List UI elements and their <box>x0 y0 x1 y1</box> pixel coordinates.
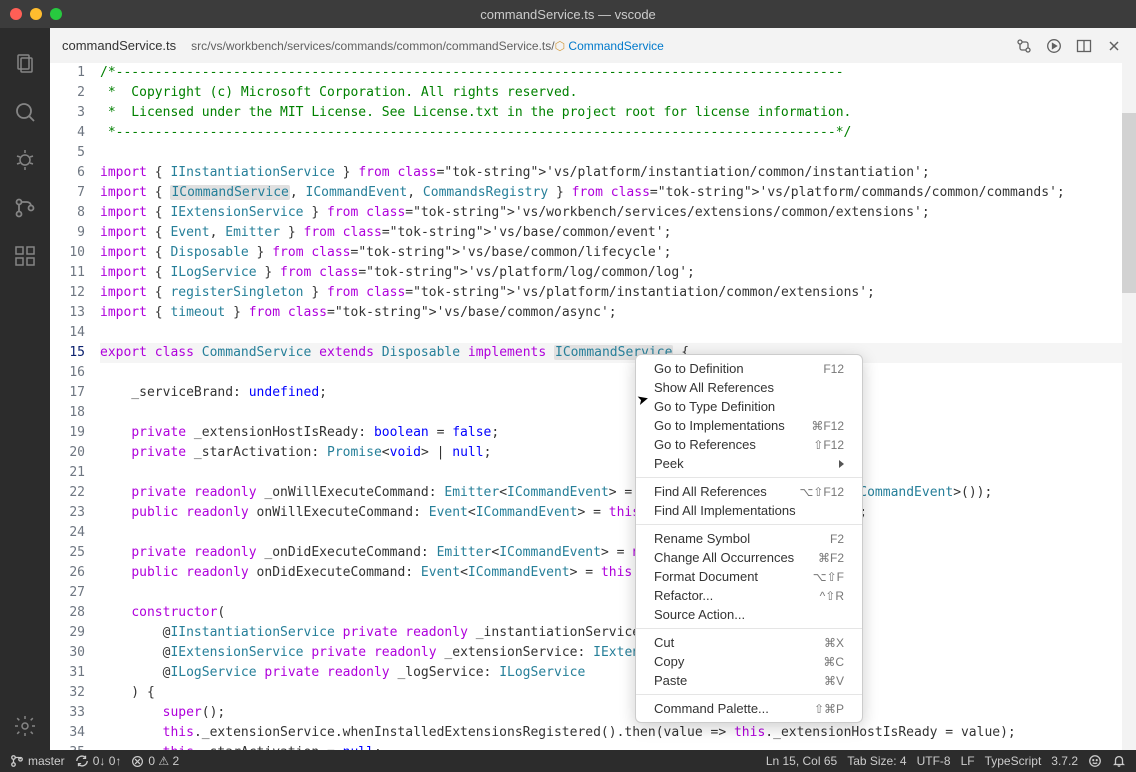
code-line[interactable] <box>100 323 1136 343</box>
menu-separator <box>636 477 862 478</box>
status-bell-icon[interactable] <box>1112 754 1126 768</box>
code-line[interactable]: import { timeout } from class="tok-strin… <box>100 303 1136 323</box>
code-line[interactable]: this._starActivation = null; <box>100 743 1136 750</box>
code-line[interactable]: public readonly onWillExecuteCommand: Ev… <box>100 503 1136 523</box>
extensions-icon[interactable] <box>1 232 49 280</box>
explorer-icon[interactable] <box>1 40 49 88</box>
menu-item-format-document[interactable]: Format Document⌥⇧F <box>636 567 862 586</box>
titlebar: commandService.ts — vscode <box>0 0 1136 28</box>
code-line[interactable]: @ILogService private readonly _logServic… <box>100 663 1136 683</box>
minimize-window-icon[interactable] <box>30 8 42 20</box>
menu-item-go-to-type-definition[interactable]: Go to Type Definition <box>636 397 862 416</box>
menu-item-peek[interactable]: Peek <box>636 454 862 473</box>
editor-area: commandService.ts src/vs/workbench/servi… <box>50 28 1136 750</box>
menu-item-go-to-definition[interactable]: Go to DefinitionF12 <box>636 359 862 378</box>
code-line[interactable]: private readonly _onDidExecuteCommand: E… <box>100 543 1136 563</box>
code-line[interactable]: import { ILogService } from class="tok-s… <box>100 263 1136 283</box>
code-line[interactable]: _serviceBrand: undefined; <box>100 383 1136 403</box>
status-ts-version[interactable]: 3.7.2 <box>1051 754 1078 768</box>
status-ln-col[interactable]: Ln 15, Col 65 <box>766 754 837 768</box>
menu-item-copy[interactable]: Copy⌘C <box>636 652 862 671</box>
menu-separator <box>636 694 862 695</box>
source-control-icon[interactable] <box>1 184 49 232</box>
code-line[interactable]: private _starActivation: Promise<void> |… <box>100 443 1136 463</box>
status-tab-size[interactable]: Tab Size: 4 <box>847 754 906 768</box>
menu-item-source-action[interactable]: Source Action... <box>636 605 862 624</box>
code-line[interactable]: constructor( <box>100 603 1136 623</box>
close-tab-icon[interactable] <box>1106 38 1122 54</box>
tab-strip: commandService.ts src/vs/workbench/servi… <box>50 28 1136 63</box>
settings-icon[interactable] <box>1 702 49 750</box>
code-line[interactable] <box>100 143 1136 163</box>
activity-bar <box>0 28 50 750</box>
code-line[interactable]: import { IInstantiationService } from cl… <box>100 163 1136 183</box>
code-line[interactable]: import { Disposable } from class="tok-st… <box>100 243 1136 263</box>
status-sync[interactable]: 0↓ 0↑ <box>75 754 122 768</box>
code-line[interactable]: import { ICommandService, ICommandEvent,… <box>100 183 1136 203</box>
code-line[interactable]: super(); <box>100 703 1136 723</box>
status-encoding[interactable]: UTF-8 <box>917 754 951 768</box>
breadcrumb[interactable]: src/vs/workbench/services/commands/commo… <box>191 39 664 53</box>
minimap[interactable] <box>1122 63 1136 750</box>
status-problems[interactable]: 0 ⚠ 2 <box>131 754 179 768</box>
code-line[interactable]: import { IExtensionService } from class=… <box>100 203 1136 223</box>
code-line[interactable] <box>100 363 1136 383</box>
menu-item-show-all-references[interactable]: Show All References <box>636 378 862 397</box>
code-line[interactable]: import { registerSingleton } from class=… <box>100 283 1136 303</box>
chevron-right-icon <box>839 460 844 468</box>
code-line[interactable]: /*--------------------------------------… <box>100 63 1136 83</box>
code-lines[interactable]: /*--------------------------------------… <box>100 63 1136 750</box>
context-menu: Go to DefinitionF12Show All ReferencesGo… <box>635 354 863 723</box>
code-line[interactable]: *---------------------------------------… <box>100 123 1136 143</box>
status-feedback-icon[interactable] <box>1088 754 1102 768</box>
close-window-icon[interactable] <box>10 8 22 20</box>
menu-item-find-all-implementations[interactable]: Find All Implementations <box>636 501 862 520</box>
status-language[interactable]: TypeScript <box>985 754 1042 768</box>
code-line[interactable]: private _extensionHostIsReady: boolean =… <box>100 423 1136 443</box>
menu-separator <box>636 628 862 629</box>
menu-item-find-all-references[interactable]: Find All References⌥⇧F12 <box>636 482 862 501</box>
menu-item-rename-symbol[interactable]: Rename SymbolF2 <box>636 529 862 548</box>
line-gutter: 1234567891011121314151617181920212223242… <box>50 63 100 750</box>
menu-item-change-all-occurrences[interactable]: Change All Occurrences⌘F2 <box>636 548 862 567</box>
code-line[interactable] <box>100 583 1136 603</box>
maximize-window-icon[interactable] <box>50 8 62 20</box>
code-line[interactable]: export class CommandService extends Disp… <box>100 343 1136 363</box>
code-line[interactable]: * Licensed under the MIT License. See Li… <box>100 103 1136 123</box>
code-editor[interactable]: 1234567891011121314151617181920212223242… <box>50 63 1136 750</box>
status-eol[interactable]: LF <box>961 754 975 768</box>
code-line[interactable]: private readonly _onWillExecuteCommand: … <box>100 483 1136 503</box>
search-icon[interactable] <box>1 88 49 136</box>
menu-separator <box>636 524 862 525</box>
code-line[interactable]: @IExtensionService private readonly _ext… <box>100 643 1136 663</box>
status-bar: master 0↓ 0↑ 0 ⚠ 2 Ln 15, Col 65 Tab Siz… <box>0 750 1136 772</box>
run-preview-icon[interactable] <box>1046 38 1062 54</box>
compare-changes-icon[interactable] <box>1016 38 1032 54</box>
status-branch[interactable]: master <box>10 754 65 768</box>
code-line[interactable] <box>100 463 1136 483</box>
minimap-thumb[interactable] <box>1122 113 1136 293</box>
code-line[interactable]: * Copyright (c) Microsoft Corporation. A… <box>100 83 1136 103</box>
code-line[interactable]: @IInstantiationService private readonly … <box>100 623 1136 643</box>
menu-item-go-to-implementations[interactable]: Go to Implementations⌘F12 <box>636 416 862 435</box>
code-line[interactable]: public readonly onDidExecuteCommand: Eve… <box>100 563 1136 583</box>
code-line[interactable]: import { Event, Emitter } from class="to… <box>100 223 1136 243</box>
menu-item-paste[interactable]: Paste⌘V <box>636 671 862 690</box>
code-line[interactable] <box>100 523 1136 543</box>
split-editor-icon[interactable] <box>1076 38 1092 54</box>
tab-filename[interactable]: commandService.ts <box>62 38 176 53</box>
menu-item-cut[interactable]: Cut⌘X <box>636 633 862 652</box>
code-line[interactable]: this._extensionService.whenInstalledExte… <box>100 723 1136 743</box>
window-title: commandService.ts — vscode <box>480 7 656 22</box>
menu-item-command-palette[interactable]: Command Palette...⇧⌘P <box>636 699 862 718</box>
menu-item-refactor[interactable]: Refactor...^⇧R <box>636 586 862 605</box>
code-line[interactable]: ) { <box>100 683 1136 703</box>
code-line[interactable] <box>100 403 1136 423</box>
menu-item-go-to-references[interactable]: Go to References⇧F12 <box>636 435 862 454</box>
debug-icon[interactable] <box>1 136 49 184</box>
